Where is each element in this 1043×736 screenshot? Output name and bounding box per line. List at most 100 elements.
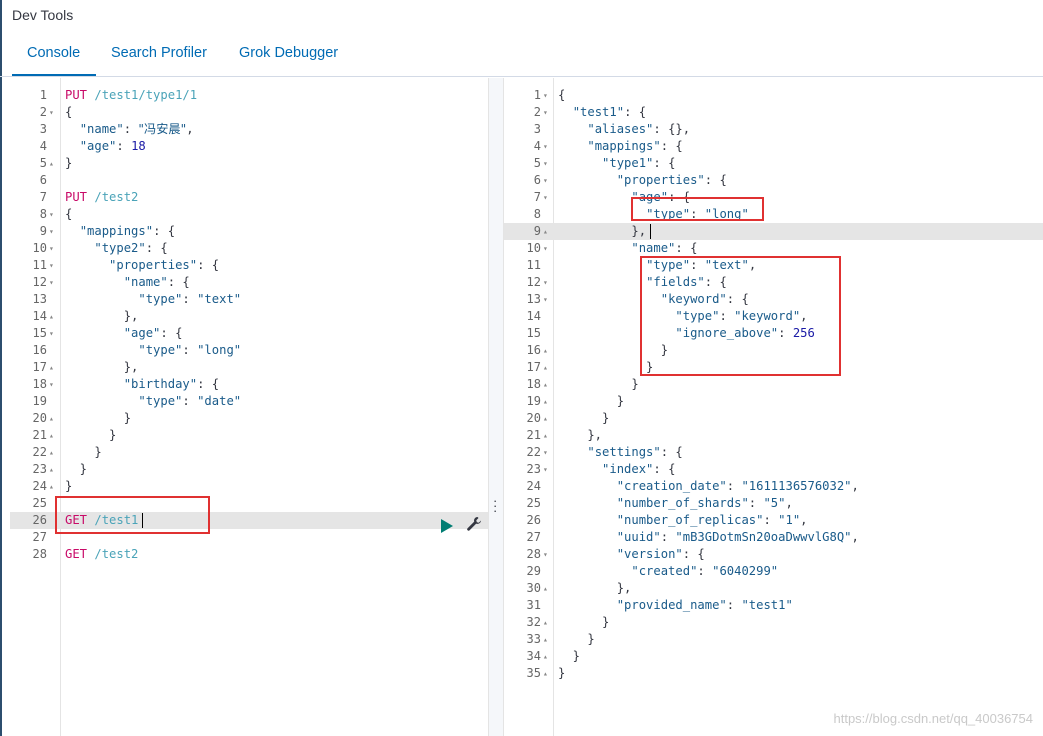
response-line[interactable]: 33 ▴ } (504, 631, 1043, 648)
fold-open-icon[interactable]: ▾ (543, 138, 551, 155)
fold-open-icon[interactable]: ▾ (543, 87, 551, 104)
response-line[interactable]: 1 ▾ { (504, 87, 1043, 104)
response-line[interactable]: 22 ▾ "settings": { (504, 444, 1043, 461)
fold-close-icon[interactable]: ▴ (49, 444, 57, 461)
fold-close-icon[interactable]: ▴ (543, 410, 551, 427)
fold-open-icon[interactable]: ▾ (543, 189, 551, 206)
fold-close-icon[interactable]: ▴ (543, 376, 551, 393)
response-line[interactable]: 13 ▾ "keyword": { (504, 291, 1043, 308)
response-line[interactable]: 15 "ignore_above": 256 (504, 325, 1043, 342)
request-line[interactable]: 1 PUT /test1/type1/1 (10, 87, 488, 104)
response-line[interactable]: 6 ▾ "properties": { (504, 172, 1043, 189)
request-line[interactable]: 28 GET /test2 (10, 546, 488, 563)
fold-close-icon[interactable]: ▴ (543, 393, 551, 410)
response-line[interactable]: 28 ▾ "version": { (504, 546, 1043, 563)
fold-open-icon[interactable]: ▾ (543, 546, 551, 563)
fold-open-icon[interactable]: ▾ (49, 206, 57, 223)
request-line[interactable]: 13 "type": "text" (10, 291, 488, 308)
response-line[interactable]: 2 ▾ "test1": { (504, 104, 1043, 121)
fold-close-icon[interactable]: ▴ (543, 665, 551, 682)
response-line[interactable]: 21 ▴ }, (504, 427, 1043, 444)
fold-open-icon[interactable]: ▾ (49, 376, 57, 393)
response-line[interactable]: 14 "type": "keyword", (504, 308, 1043, 325)
response-line[interactable]: 27 "uuid": "mB3GDotmSn20oaDwwvlG8Q", (504, 529, 1043, 546)
fold-open-icon[interactable]: ▾ (49, 274, 57, 291)
request-line[interactable]: 10 ▾ "type2": { (10, 240, 488, 257)
fold-close-icon[interactable]: ▴ (49, 461, 57, 478)
fold-open-icon[interactable]: ▾ (49, 257, 57, 274)
fold-open-icon[interactable]: ▾ (543, 240, 551, 257)
request-line[interactable]: 15 ▾ "age": { (10, 325, 488, 342)
fold-close-icon[interactable]: ▴ (543, 359, 551, 376)
request-line[interactable]: 4 "age": 18 (10, 138, 488, 155)
request-line[interactable]: 26 GET /test1 (10, 512, 488, 529)
response-line[interactable]: 9 ▴ }, (504, 223, 1043, 240)
fold-close-icon[interactable]: ▴ (543, 580, 551, 597)
request-editor[interactable]: 1 PUT /test1/type1/1 2 ▾{3 "name": "冯安晨", 4 … (10, 78, 488, 736)
request-line[interactable]: 12 ▾ "name": { (10, 274, 488, 291)
tab-console[interactable]: Console (12, 36, 96, 76)
request-line[interactable]: 21 ▴ } (10, 427, 488, 444)
response-line[interactable]: 3 "aliases": {}, (504, 121, 1043, 138)
fold-open-icon[interactable]: ▾ (543, 461, 551, 478)
pane-resizer[interactable]: · · · (488, 78, 504, 736)
play-icon[interactable] (441, 519, 453, 533)
response-line[interactable]: 11 "type": "text", (504, 257, 1043, 274)
response-line[interactable]: 34 ▴ } (504, 648, 1043, 665)
fold-close-icon[interactable]: ▴ (49, 155, 57, 172)
response-line[interactable]: 8 "type": "long" (504, 206, 1043, 223)
fold-close-icon[interactable]: ▴ (49, 478, 57, 495)
request-line[interactable]: 24 ▴} (10, 478, 488, 495)
fold-open-icon[interactable]: ▾ (543, 274, 551, 291)
response-line[interactable]: 12 ▾ "fields": { (504, 274, 1043, 291)
response-line[interactable]: 29 "created": "6040299" (504, 563, 1043, 580)
response-line[interactable]: 18 ▴ } (504, 376, 1043, 393)
fold-close-icon[interactable]: ▴ (49, 410, 57, 427)
request-line[interactable]: 9 ▾ "mappings": { (10, 223, 488, 240)
fold-open-icon[interactable]: ▾ (49, 325, 57, 342)
fold-open-icon[interactable]: ▾ (543, 291, 551, 308)
response-line[interactable]: 7 ▾ "age": { (504, 189, 1043, 206)
response-line[interactable]: 17 ▴ } (504, 359, 1043, 376)
request-line[interactable]: 20 ▴ } (10, 410, 488, 427)
response-line[interactable]: 30 ▴ }, (504, 580, 1043, 597)
fold-close-icon[interactable]: ▴ (543, 614, 551, 631)
request-line[interactable]: 18 ▾ "birthday": { (10, 376, 488, 393)
fold-open-icon[interactable]: ▾ (543, 172, 551, 189)
tab-grok-debugger[interactable]: Grok Debugger (239, 36, 338, 76)
request-line[interactable]: 17 ▴ }, (10, 359, 488, 376)
response-line[interactable]: 5 ▾ "type1": { (504, 155, 1043, 172)
fold-close-icon[interactable]: ▴ (543, 223, 551, 240)
request-line[interactable]: 7 PUT /test2 (10, 189, 488, 206)
response-line[interactable]: 26 "number_of_replicas": "1", (504, 512, 1043, 529)
fold-open-icon[interactable]: ▾ (543, 104, 551, 121)
tab-search-profiler[interactable]: Search Profiler (111, 36, 207, 76)
response-line[interactable]: 23 ▾ "index": { (504, 461, 1043, 478)
request-line[interactable]: 14 ▴ }, (10, 308, 488, 325)
fold-open-icon[interactable]: ▾ (49, 104, 57, 121)
fold-open-icon[interactable]: ▾ (49, 223, 57, 240)
response-line[interactable]: 35 ▴} (504, 665, 1043, 682)
request-line[interactable]: 3 "name": "冯安晨", (10, 121, 488, 138)
request-line[interactable]: 5 ▴} (10, 155, 488, 172)
fold-open-icon[interactable]: ▾ (543, 155, 551, 172)
request-line[interactable]: 27 (10, 529, 488, 546)
request-line[interactable]: 6 (10, 172, 488, 189)
response-line[interactable]: 32 ▴ } (504, 614, 1043, 631)
fold-close-icon[interactable]: ▴ (49, 359, 57, 376)
fold-open-icon[interactable]: ▾ (49, 240, 57, 257)
response-line[interactable]: 4 ▾ "mappings": { (504, 138, 1043, 155)
response-viewer[interactable]: 1 ▾{2 ▾ "test1": {3 "aliases": {}, 4 ▾ "mapp… (504, 78, 1043, 736)
request-line[interactable]: 19 "type": "date" (10, 393, 488, 410)
fold-close-icon[interactable]: ▴ (543, 342, 551, 359)
response-line[interactable]: 25 "number_of_shards": "5", (504, 495, 1043, 512)
fold-close-icon[interactable]: ▴ (543, 648, 551, 665)
request-line[interactable]: 11 ▾ "properties": { (10, 257, 488, 274)
response-line[interactable]: 20 ▴ } (504, 410, 1043, 427)
fold-open-icon[interactable]: ▾ (543, 444, 551, 461)
fold-close-icon[interactable]: ▴ (543, 631, 551, 648)
fold-close-icon[interactable]: ▴ (49, 427, 57, 444)
wrench-icon[interactable] (466, 516, 482, 532)
response-line[interactable]: 24 "creation_date": "1611136576032", (504, 478, 1043, 495)
request-line[interactable]: 8 ▾ { (10, 206, 488, 223)
